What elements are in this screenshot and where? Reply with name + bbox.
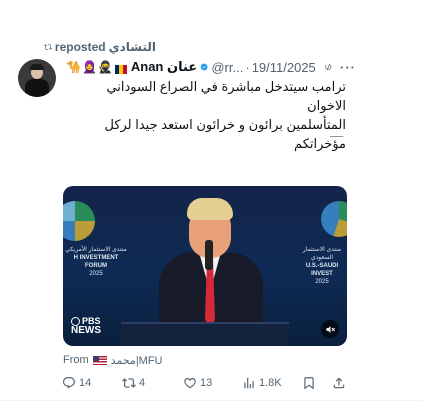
author-name[interactable]: Anan عنان xyxy=(131,59,197,75)
mute-button[interactable] xyxy=(321,320,339,338)
forum-banner-left: منتدى الاستثمار الأمريكي H INVESTMENT FO… xyxy=(65,247,127,277)
reply-icon xyxy=(63,377,75,389)
pbs-news-logo: PBS NEWS xyxy=(71,316,101,337)
share-icon xyxy=(333,377,345,389)
repost-indicator[interactable]: reposted التشادي xyxy=(44,39,156,55)
share-button[interactable] xyxy=(332,374,346,392)
us-flag-icon xyxy=(92,355,107,365)
like-button[interactable]: 13 xyxy=(183,374,212,392)
like-count: 13 xyxy=(200,377,213,389)
heart-icon xyxy=(184,378,196,389)
tweet-divider xyxy=(0,400,422,401)
tweet-date[interactable]: 19/11/2025 xyxy=(252,60,316,75)
grok-icon[interactable] xyxy=(324,60,332,74)
camel-icon: 🐪 xyxy=(66,60,81,74)
repost-user: التشادي xyxy=(108,40,156,54)
speaker-muted-icon xyxy=(325,325,335,333)
views-count: 1.8K xyxy=(259,377,282,389)
retweet-count: 4 xyxy=(139,377,146,389)
source-name[interactable]: محمد|MFU xyxy=(111,354,163,367)
niqab-icon: 🧕 xyxy=(81,60,97,74)
tweet-text-dash: __ xyxy=(330,124,344,138)
reply-button[interactable]: 14 xyxy=(62,374,91,392)
tweet-text: ترامب سيتدخل مباشرة في الصراع السوداني ا… xyxy=(66,77,346,153)
retweet-icon xyxy=(122,378,136,388)
repost-label: reposted xyxy=(54,40,106,54)
retweet-button[interactable]: 4 xyxy=(122,374,145,392)
podium xyxy=(121,322,289,346)
source-prefix: From xyxy=(63,354,89,366)
video-source[interactable]: From محمد|MFU xyxy=(63,352,193,368)
reply-count: 14 xyxy=(79,377,92,389)
bookmark-icon xyxy=(304,377,314,390)
more-options-icon[interactable]: ··· xyxy=(340,60,356,75)
forum-banner-right: منتدى الاستثمار السعودي U.S.-SAUDI INVES… xyxy=(302,247,342,285)
repost-icon xyxy=(44,44,52,50)
verified-badge-icon xyxy=(200,63,208,71)
avatar[interactable] xyxy=(18,59,56,97)
views-button[interactable]: 1.8K xyxy=(242,374,282,392)
author-handle[interactable]: @rr... xyxy=(211,60,243,75)
separator-dot: · xyxy=(245,59,250,75)
tweet-text-line: ترامب سيتدخل مباشرة في الصراع السوداني ا… xyxy=(106,79,346,113)
tweet-text-line: المتأسلمين برائون و خرائون استعد جيدا لر… xyxy=(104,117,346,151)
video-player[interactable]: منتدى الاستثمار الأمريكي H INVESTMENT FO… xyxy=(63,186,347,346)
forum-logo-right xyxy=(321,201,347,237)
name-emojis: 🐪 🧕 🥷 xyxy=(66,60,128,74)
tweet-header: 🐪 🧕 🥷 Anan عنان @rr... · 19/11/2025 ··· xyxy=(66,58,356,76)
bookmark-button[interactable] xyxy=(302,374,316,392)
action-bar: 14 4 13 1.8K xyxy=(62,374,350,392)
forum-logo-left xyxy=(63,201,95,241)
ninja-icon: 🥷 xyxy=(97,60,113,74)
chad-flag-icon xyxy=(114,63,127,74)
views-chart-icon xyxy=(244,377,254,389)
